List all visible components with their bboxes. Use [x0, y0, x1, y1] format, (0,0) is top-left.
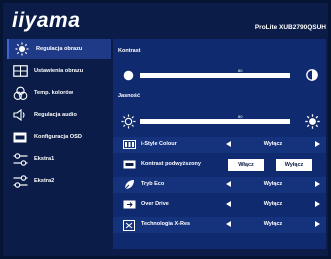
- arrow-left-icon[interactable]: [226, 221, 231, 227]
- option-tryb-eco[interactable]: Tryb Eco Wyłącz: [113, 177, 326, 193]
- header: iiyama ProLite XUB2790QSUH: [3, 3, 328, 36]
- sidebar-item-label: Konfiguracja OSD: [34, 134, 82, 140]
- option-label: Over Drive: [141, 201, 169, 207]
- contrast-slider[interactable]: 80: [113, 68, 326, 84]
- sliders-icon: [11, 174, 29, 188]
- arrow-right-icon[interactable]: [315, 181, 320, 187]
- osd-window: iiyama ProLite XUB2790QSUH Regulacja obr…: [3, 3, 328, 256]
- option-istyle-colour[interactable]: i-Style Colour Wyłącz: [113, 137, 326, 153]
- contrast-low-icon: [123, 70, 134, 81]
- istyle-icon: [123, 140, 136, 149]
- arrow-left-icon[interactable]: [226, 141, 231, 147]
- option-label: Technologia X-Res: [141, 221, 191, 227]
- option-value: Wyłącz: [263, 221, 283, 227]
- option-value: Wyłącz: [263, 201, 283, 207]
- option-over-drive[interactable]: Over Drive Wyłącz: [113, 197, 326, 213]
- arrow-right-icon[interactable]: [315, 141, 320, 147]
- acr-icon: [123, 160, 136, 169]
- wlacz-button[interactable]: Włącz: [228, 159, 264, 171]
- brightness-low-icon: [121, 114, 136, 129]
- contrast-track[interactable]: 80: [140, 68, 290, 78]
- contrast-label: Kontrast: [118, 48, 141, 54]
- sidebar-item-label: Regulacja obrazu: [36, 46, 83, 52]
- model-name: ProLite XUB2790QSUH: [254, 24, 326, 31]
- arrow-left-icon[interactable]: [226, 181, 231, 187]
- arrow-right-icon[interactable]: [315, 221, 320, 227]
- option-technologia-xres[interactable]: Technologia X-Res Wyłącz: [113, 217, 326, 233]
- color-temperature-icon: [11, 86, 29, 101]
- overdrive-icon: [123, 200, 136, 209]
- sliders-icon: [11, 152, 29, 166]
- wylacz-button[interactable]: Wyłącz: [276, 159, 312, 171]
- arrow-left-icon[interactable]: [226, 201, 231, 207]
- sidebar: Regulacja obrazu Ustawienia obrazu Temp.…: [7, 39, 111, 249]
- brightness-track[interactable]: 80: [140, 114, 290, 124]
- display-settings-icon: [11, 65, 29, 77]
- contrast-value: 80: [238, 68, 243, 73]
- brightness-sun-icon: [13, 42, 31, 56]
- brightness-slider[interactable]: 80: [113, 114, 326, 130]
- sidebar-item-regulacja-audio[interactable]: Regulacja audio: [7, 105, 109, 125]
- xres-icon: [123, 220, 135, 231]
- brightness-value: 80: [238, 114, 243, 119]
- sidebar-item-temp-kolorow[interactable]: Temp. kolorów: [7, 83, 109, 103]
- brightness-fill: [140, 119, 260, 124]
- osd-icon: [11, 132, 29, 143]
- sidebar-item-ekstra1[interactable]: Ekstra1: [7, 149, 109, 169]
- settings-panel: Kontrast 80 Jasność 80 i-Style Colour Wy…: [113, 39, 326, 249]
- option-kontrast-podwyzszony[interactable]: Kontrast podwyższony Włącz Wyłącz: [113, 157, 326, 173]
- sidebar-item-label: Temp. kolorów: [34, 90, 74, 96]
- sidebar-item-regulacja-obrazu[interactable]: Regulacja obrazu: [7, 39, 111, 59]
- option-label: Tryb Eco: [141, 181, 165, 187]
- arrow-right-icon[interactable]: [315, 201, 320, 207]
- eco-icon: [123, 180, 134, 191]
- sidebar-item-label: Ekstra2: [34, 178, 55, 184]
- sidebar-item-label: Ekstra1: [34, 156, 55, 162]
- sidebar-item-label: Regulacja audio: [34, 112, 77, 118]
- option-label: Kontrast podwyższony: [141, 161, 201, 167]
- sidebar-item-ustawienia-obrazu[interactable]: Ustawienia obrazu: [7, 61, 109, 81]
- sidebar-item-ekstra2[interactable]: Ekstra2: [7, 171, 109, 191]
- option-value: Wyłącz: [263, 141, 283, 147]
- brand-logo: iiyama: [12, 9, 81, 32]
- contrast-high-icon: [306, 69, 318, 81]
- sidebar-item-label: Ustawienia obrazu: [34, 68, 84, 74]
- option-value: Wyłącz: [263, 181, 283, 187]
- brightness-high-icon: [305, 114, 320, 129]
- sidebar-item-konfiguracja-osd[interactable]: Konfiguracja OSD: [7, 127, 109, 147]
- option-label: i-Style Colour: [141, 141, 177, 147]
- contrast-fill: [140, 73, 260, 78]
- speaker-icon: [11, 109, 29, 121]
- brightness-label: Jasność: [118, 93, 141, 99]
